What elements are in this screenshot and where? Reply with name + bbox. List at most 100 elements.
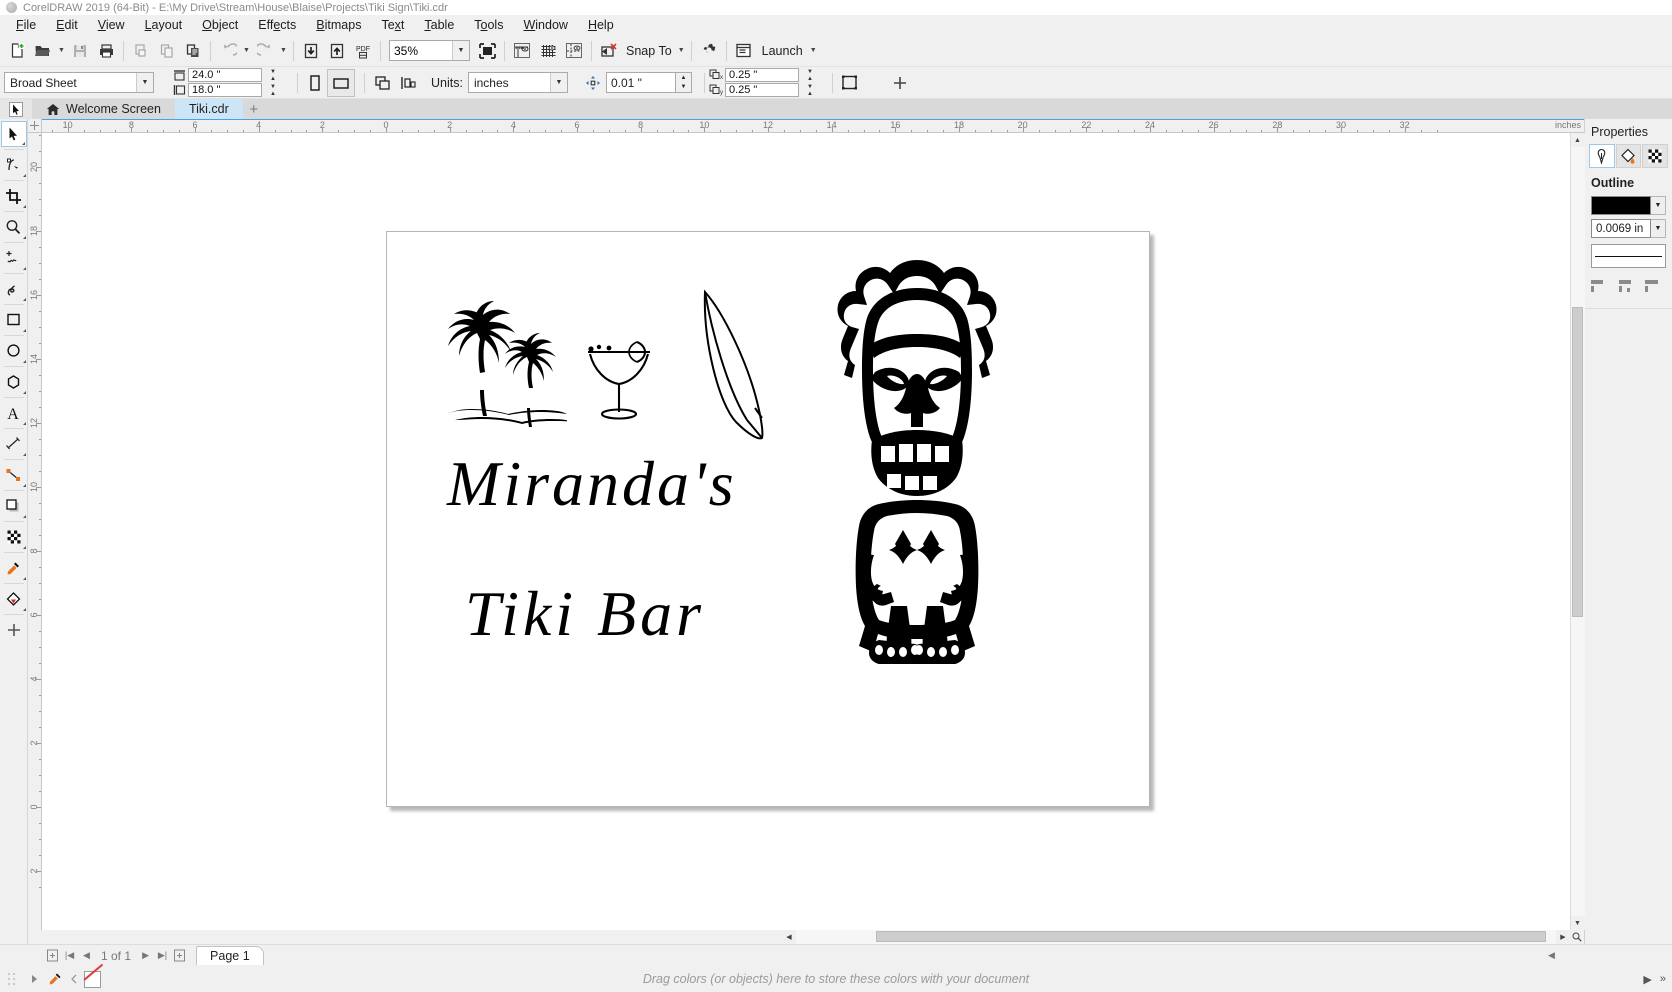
outline-color-swatch[interactable] [1591,196,1651,215]
nav-scroll-left-icon[interactable]: ◀ [1543,947,1560,964]
show-grid-button[interactable] [535,38,561,64]
polygon-tool[interactable] [1,369,27,395]
outline-color-dropdown[interactable]: ▼ [1651,196,1666,215]
undo-button[interactable] [215,38,241,64]
show-rulers-button[interactable] [509,38,535,64]
extended-cap-icon[interactable] [1641,278,1661,294]
menu-object[interactable]: Object [192,16,248,34]
insert-page-before-button[interactable] [44,947,61,964]
next-page-button[interactable]: ▶ [137,947,154,964]
hscroll-right-button[interactable]: ▶ [1556,930,1570,944]
tiki-statue-graphic[interactable] [817,254,1017,664]
open-document-button[interactable] [30,38,56,64]
menu-layout[interactable]: Layout [135,16,193,34]
outline-tab[interactable] [1589,144,1615,168]
page-height-input[interactable]: 18.0 " [188,83,262,97]
page-tab-page1[interactable]: Page 1 [196,946,264,965]
undo-dropdown[interactable]: ▼ [241,38,252,64]
zoom-level-combo[interactable]: ▼ [389,40,470,61]
nudge-spinner[interactable]: ▲▼ [676,72,692,93]
round-cap-icon[interactable] [1615,278,1635,294]
artwork-title-line-1[interactable]: Miranda's [447,447,737,521]
clear-transform-button[interactable] [596,38,622,64]
cut-button[interactable] [128,38,154,64]
palette-scroll-right-icon[interactable]: ▶ [1643,973,1651,986]
all-pages-button[interactable] [369,70,395,96]
vertical-scrollbar[interactable]: ▲ ▼ [1570,133,1584,930]
menu-text[interactable]: Text [371,16,414,34]
pick-tool[interactable] [1,121,27,147]
palette-scroll-left-icon[interactable] [67,971,81,988]
duplicate-x-input[interactable]: 0.25 " [725,68,799,82]
text-tool[interactable]: A [1,400,27,426]
horizontal-scroll-track[interactable] [796,930,1556,944]
save-document-button[interactable] [67,38,93,64]
redo-button[interactable] [252,38,278,64]
transparency-tab[interactable] [1642,144,1668,168]
page-preset-combo[interactable]: Broad Sheet ▼ [4,72,154,93]
new-document-button[interactable] [4,38,30,64]
fill-tab[interactable] [1616,144,1642,168]
ellipse-tool[interactable] [1,338,27,364]
scroll-up-button[interactable]: ▲ [1571,133,1585,147]
palette-expand-icon[interactable]: » [1660,973,1666,985]
drawing-canvas[interactable]: Miranda's Tiki Bar [42,133,1570,930]
add-tool-button[interactable] [1,617,27,643]
horizontal-ruler[interactable]: inches 108642024681012141618202224262830… [42,119,1584,133]
page-width-spinner[interactable]: ▼▲ [263,68,283,82]
tab-welcome-screen[interactable]: Welcome Screen [32,99,175,119]
tab-tiki-cdr[interactable]: Tiki.cdr [175,99,243,119]
units-combo[interactable]: inches ▼ [468,72,568,93]
export-button[interactable] [324,38,350,64]
interactive-fill-tool[interactable] [1,586,27,612]
duplicate-y-input[interactable]: 0.25 " [725,83,799,97]
scroll-down-button[interactable]: ▼ [1571,916,1585,930]
snap-to-dropdown[interactable]: ▼ [676,38,687,64]
zoom-tool[interactable] [1,214,27,240]
menu-help[interactable]: Help [578,16,624,34]
menu-table[interactable]: Table [414,16,464,34]
color-eyedropper-tool[interactable] [1,555,27,581]
document-page[interactable]: Miranda's Tiki Bar [386,231,1150,807]
rectangle-tool[interactable] [1,307,27,333]
menu-tools[interactable]: Tools [464,16,513,34]
launch-dropdown[interactable]: ▼ [808,38,819,64]
zoom-fit-button[interactable] [474,38,500,64]
units-dropdown[interactable]: ▼ [550,73,567,92]
ruler-origin-button[interactable] [28,119,42,133]
no-color-swatch[interactable] [84,971,101,988]
menu-file[interactable]: File [6,16,46,34]
palm-trees-graphic[interactable] [417,294,567,429]
first-page-button[interactable]: |◀ [61,947,78,964]
outline-width-dropdown[interactable]: ▼ [1651,219,1666,238]
duplicate-x-spinner[interactable]: ▼▲ [800,68,820,82]
insert-page-after-button[interactable] [171,947,188,964]
add-tab-button[interactable]: + [243,99,265,119]
landscape-orientation-button[interactable] [328,70,354,96]
show-guidelines-button[interactable] [561,38,587,64]
connector-tool[interactable] [1,462,27,488]
palette-expand-arrow-icon[interactable] [27,971,43,988]
drop-shadow-tool[interactable] [1,493,27,519]
redo-dropdown[interactable]: ▼ [278,38,289,64]
hscroll-left-button[interactable]: ◀ [782,930,796,944]
freehand-tool[interactable] [1,245,27,271]
line-style-selector[interactable] [1591,244,1666,268]
outline-width-input[interactable]: 0.0069 in [1591,219,1651,238]
artwork-title-line-2[interactable]: Tiki Bar [465,577,705,651]
duplicate-y-spinner[interactable]: ▼▲ [800,83,820,97]
zoom-level-dropdown[interactable]: ▼ [452,41,469,60]
menu-edit[interactable]: Edit [46,16,88,34]
eyedropper-icon[interactable] [46,971,64,988]
nudge-offset-input[interactable]: 0.01 " [606,72,676,93]
paste-button[interactable] [180,38,206,64]
menu-window[interactable]: Window [513,16,577,34]
publish-pdf-button[interactable]: PDF [350,38,376,64]
transparency-tool[interactable] [1,524,27,550]
menu-effects[interactable]: Effects [248,16,306,34]
page-border-button[interactable] [837,70,863,96]
zoom-level-input[interactable] [390,41,452,60]
prev-page-button[interactable]: ◀ [78,947,95,964]
launch-button[interactable] [731,38,757,64]
crop-tool[interactable] [1,183,27,209]
